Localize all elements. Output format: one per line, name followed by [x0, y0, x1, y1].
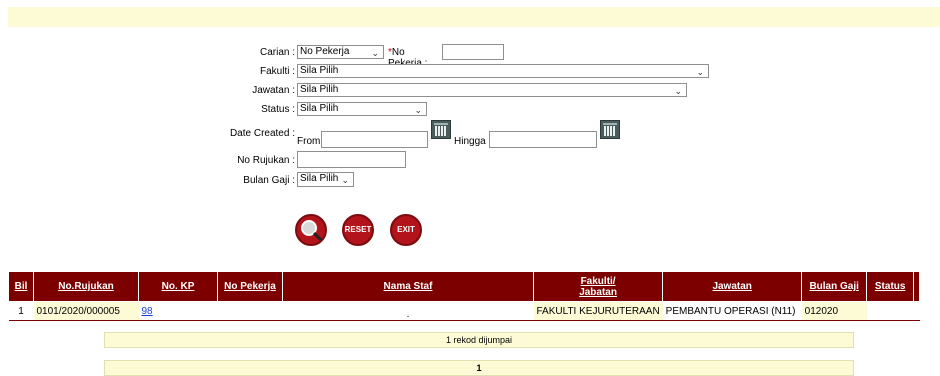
col-no-rujukan[interactable]: No.Rujukan [33, 271, 139, 302]
pagination: 1 [104, 360, 854, 376]
chevron-down-icon: ⌄ [674, 86, 682, 96]
reset-button[interactable]: RESET [342, 214, 374, 246]
no-kp-link[interactable]: 98 [142, 306, 153, 317]
reset-button-label: RESET [344, 225, 372, 234]
no-rujukan-input[interactable] [297, 151, 406, 168]
col-bulan-gaji[interactable]: Bulan Gaji [801, 271, 868, 302]
chevron-down-icon: ⌄ [414, 105, 422, 115]
date-from-input[interactable] [321, 131, 428, 148]
cell-bulan-gaji: 012020 [801, 301, 867, 321]
cell-fakulti: FAKULTI KEJURUTERAAN [533, 301, 663, 321]
col-no-kp[interactable]: No. KP [138, 271, 218, 302]
col-fakulti-line2: Jabatan [579, 286, 617, 298]
record-count: 1 rekod dijumpai [104, 332, 854, 348]
results-table: Bil No.Rujukan No. KP No Pekerja Nama St… [8, 271, 921, 321]
fakulti-select[interactable]: Sila Pilih ⌄ [297, 64, 709, 78]
table-header-row: Bil No.Rujukan No. KP No Pekerja Nama St… [8, 271, 921, 302]
jawatan-select[interactable]: Sila Pilih ⌄ [297, 83, 687, 97]
cell-no-kp: 98 [138, 301, 218, 321]
carian-label: Carian : [259, 47, 295, 58]
col-extra [913, 271, 921, 302]
cell-bil: 1 [8, 301, 34, 321]
cell-no-rujukan: 0101/2020/000005 [33, 301, 139, 321]
jawatan-label: Jawatan : [252, 85, 295, 96]
col-status[interactable]: Status [866, 271, 915, 302]
jawatan-select-value: Sila Pilih [300, 84, 339, 95]
cell-extra [913, 301, 920, 321]
no-pekerja-input[interactable] [442, 44, 504, 60]
col-fakulti-jabatan[interactable]: Fakulti/ Jabatan [532, 271, 664, 302]
fakulti-label: Fakulti : [259, 66, 295, 77]
hingga-label: Hingga : [454, 136, 492, 147]
col-bil[interactable]: Bil [8, 271, 34, 302]
top-banner [8, 7, 940, 27]
from-label: From [297, 136, 321, 147]
col-nama-staf[interactable]: Nama Staf [282, 271, 534, 302]
exit-button-label: EXIT [397, 225, 415, 234]
carian-select[interactable]: No Pekerja ⌄ [297, 45, 384, 59]
cell-no-pekerja [217, 301, 283, 321]
status-select-value: Sila Pilih [300, 103, 339, 114]
chevron-down-icon: ⌄ [371, 48, 379, 58]
bulan-gaji-select[interactable]: Sila Pilih ⌄ [297, 172, 354, 187]
table-row: 1 0101/2020/000005 98 . FAKULTI KEJURUTE… [8, 301, 920, 321]
col-jawatan[interactable]: Jawatan [662, 271, 803, 302]
exit-button[interactable]: EXIT [390, 214, 422, 246]
col-fakulti-line1: Fakulti/ [580, 275, 616, 287]
cell-status [866, 301, 914, 321]
cell-nama-staf: . [282, 301, 534, 321]
cell-jawatan: PEMBANTU OPERASI (N11) [662, 301, 802, 321]
status-label: Status : [261, 104, 295, 115]
date-hingga-input[interactable] [489, 131, 597, 148]
carian-select-value: No Pekerja [300, 46, 350, 57]
date-created-label: Date Created : [229, 128, 295, 139]
search-button[interactable] [295, 214, 327, 246]
calendar-icon[interactable] [431, 120, 451, 139]
page-number[interactable]: 1 [476, 363, 481, 373]
no-rujukan-label: No Rujukan : [237, 155, 295, 166]
bulan-gaji-select-value: Sila Pilih [300, 173, 339, 184]
fakulti-select-value: Sila Pilih [300, 65, 339, 76]
chevron-down-icon: ⌄ [696, 67, 704, 77]
calendar-icon[interactable] [600, 120, 620, 139]
col-no-pekerja[interactable]: No Pekerja [217, 271, 283, 302]
chevron-down-icon: ⌄ [341, 175, 349, 185]
bulan-gaji-label: Bulan Gaji : [243, 175, 295, 186]
search-icon [301, 220, 323, 242]
status-select[interactable]: Sila Pilih ⌄ [297, 102, 427, 116]
